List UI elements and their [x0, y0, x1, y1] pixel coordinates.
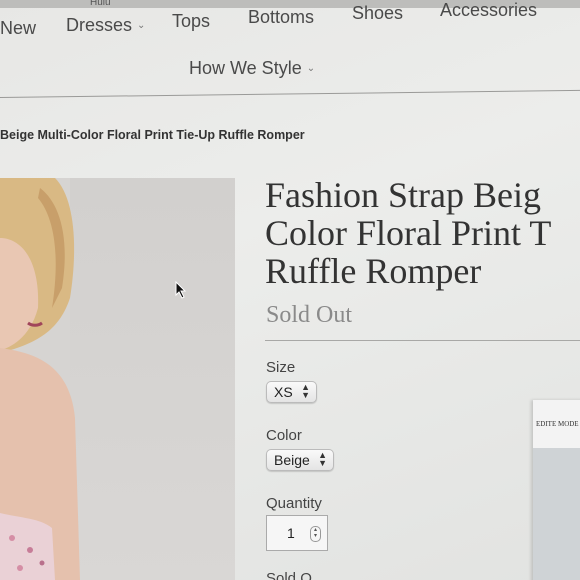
size-value: XS	[274, 384, 293, 400]
nav-item-dresses[interactable]: Dresses ⌄	[66, 15, 145, 36]
side-card-header: EDITE MODE	[533, 400, 580, 448]
quantity-stepper[interactable]: 1 ▴ ▾	[266, 515, 328, 551]
spinner-icon[interactable]: ▴ ▾	[310, 526, 321, 542]
product-title: Fashion Strap Beig Color Floral Print T …	[265, 175, 552, 291]
nav-item-bottoms[interactable]: Bottoms	[248, 7, 314, 28]
breadcrumb: Beige Multi-Color Floral Print Tie-Up Ru…	[0, 128, 305, 142]
color-value: Beige	[274, 452, 310, 468]
updown-arrows-icon: ▲ ▼	[318, 450, 327, 468]
color-select[interactable]: Beige ▲ ▼	[266, 449, 334, 471]
header-divider	[0, 89, 580, 98]
browser-viewport: Hulu New Dresses ⌄ Tops Bottoms Shoes Acc…	[0, 0, 580, 580]
product-photo[interactable]	[0, 178, 235, 580]
size-select[interactable]: XS ▲ ▼	[266, 381, 317, 403]
title-divider	[265, 340, 580, 341]
nav-item-shoes[interactable]: Shoes	[352, 3, 403, 24]
updown-arrows-icon: ▲ ▼	[301, 382, 310, 400]
size-label: Size	[266, 359, 296, 376]
mouse-cursor-icon	[175, 281, 187, 299]
chevron-down-icon: ⌄	[137, 20, 146, 31]
color-label: Color	[266, 427, 302, 444]
nav-item-how-we-style[interactable]: How We Style ⌄	[189, 58, 315, 79]
main-navigation: New Dresses ⌄ Tops Bottoms Shoes Accessor…	[0, 0, 580, 48]
quantity-value: 1	[287, 525, 295, 541]
side-card-text: EDITE MODE	[536, 420, 579, 428]
model-illustration	[0, 178, 80, 580]
stock-status: Sold Out	[266, 302, 353, 328]
nav-item-accessories[interactable]: Accessories	[440, 0, 537, 21]
side-promo-card[interactable]: EDITE MODE	[533, 400, 580, 580]
sold-out-button-label[interactable]: Sold O	[266, 570, 312, 580]
chevron-down-icon: ⌄	[306, 63, 316, 74]
nav-item-new[interactable]: New	[0, 18, 36, 39]
quantity-label: Quantity	[266, 495, 322, 512]
nav-item-tops[interactable]: Tops	[172, 11, 210, 32]
